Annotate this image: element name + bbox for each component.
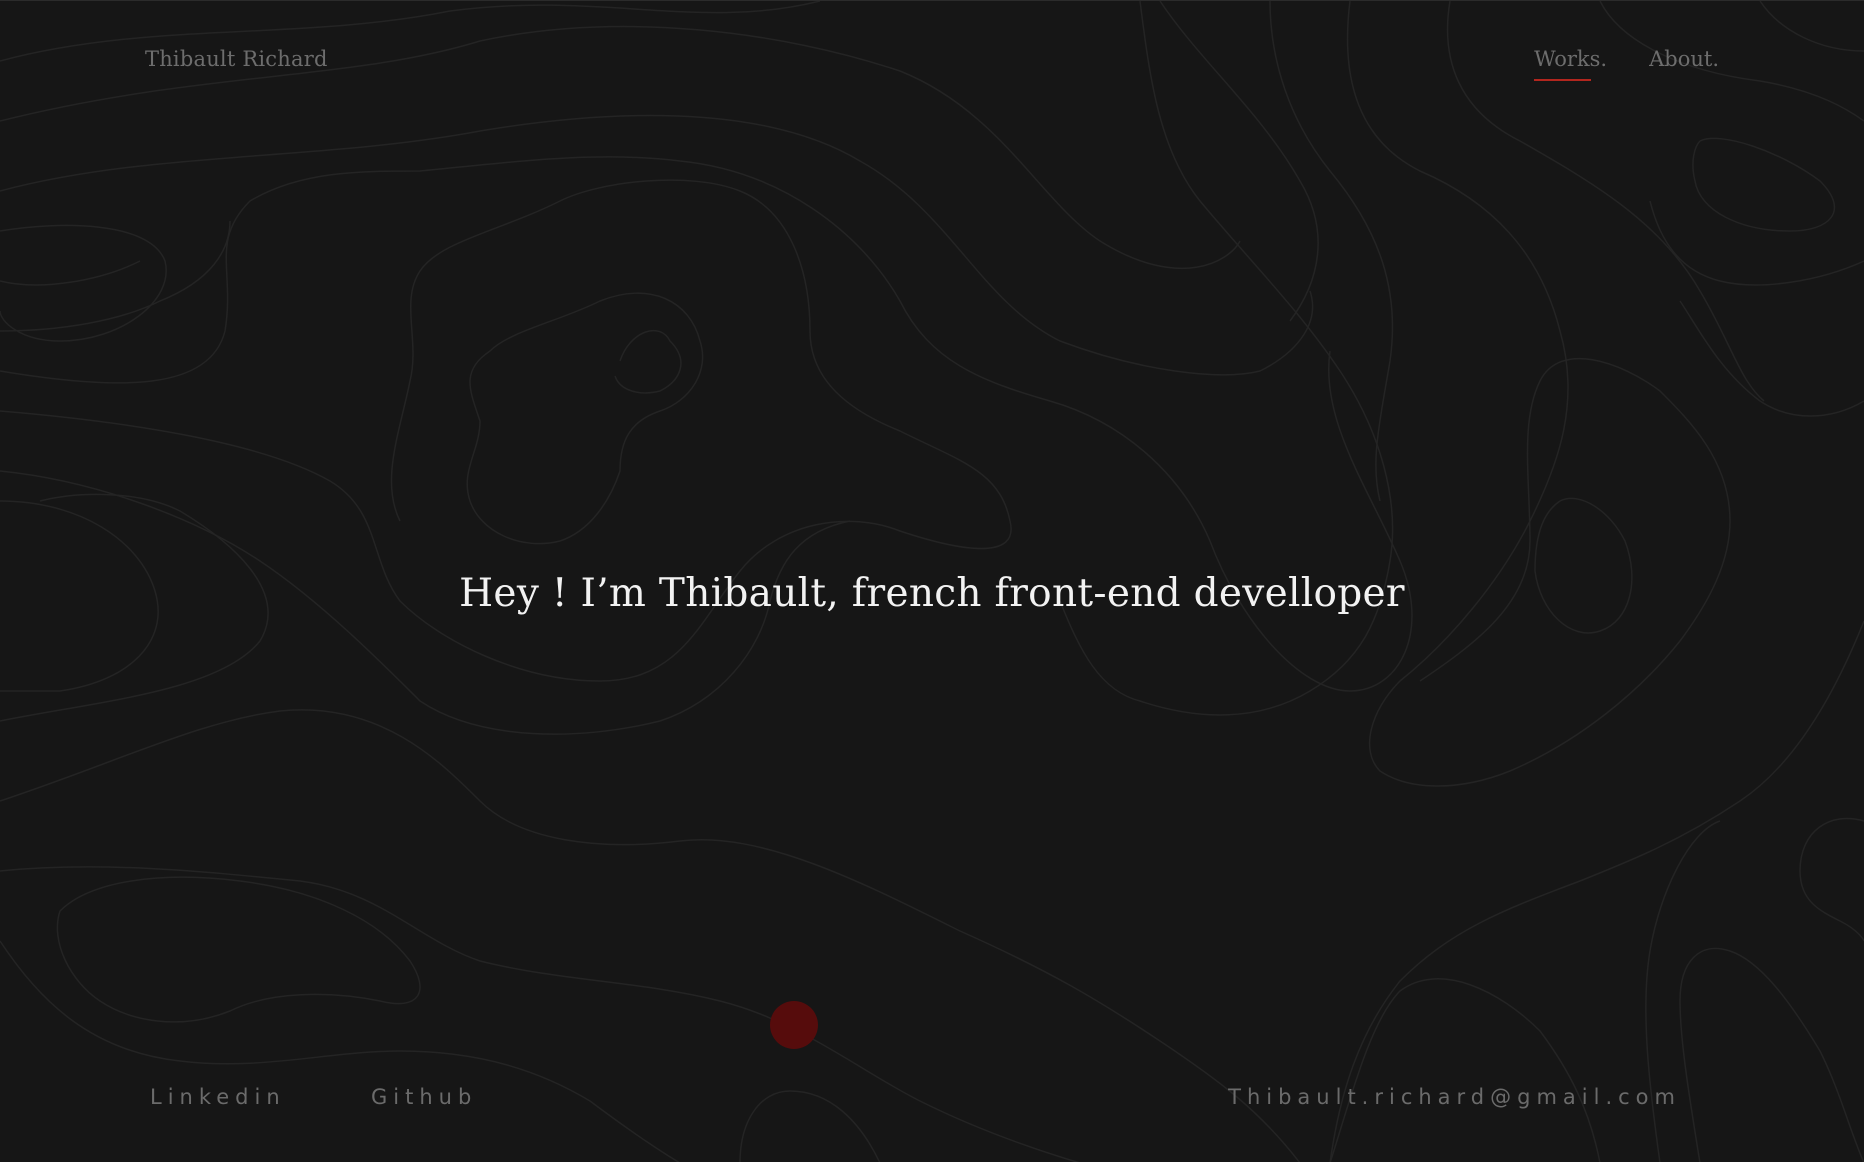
contour-line	[1799, 817, 1864, 942]
email-link[interactable]: Thibault.richard@gmail.com	[1228, 1085, 1681, 1109]
contour-line	[1329, 620, 1864, 1162]
contour-line	[56, 876, 421, 1023]
contour-line	[1679, 300, 1864, 417]
active-underline	[1534, 79, 1592, 81]
custom-cursor	[770, 1001, 818, 1049]
nav-item-works[interactable]: Works.	[1534, 47, 1607, 81]
main-nav: Works. About.	[1534, 47, 1719, 81]
contour-line	[1346, 1, 1731, 787]
contour-line	[1692, 137, 1836, 232]
contour-line	[0, 866, 1080, 1162]
contour-line	[1329, 978, 1601, 1162]
nav-item-about[interactable]: About.	[1649, 47, 1719, 81]
contour-line	[0, 220, 231, 332]
nav-item-label: About.	[1649, 47, 1719, 71]
contour-line	[1269, 1, 1394, 502]
contour-line	[1649, 200, 1864, 286]
contour-line	[1679, 947, 1864, 1162]
brand-link[interactable]: Thibault Richard	[145, 47, 328, 71]
contour-line	[739, 1090, 881, 1162]
contour-line	[0, 114, 1314, 376]
linkedin-link[interactable]: Linkedin	[150, 1085, 286, 1109]
nav-item-label: Works.	[1534, 47, 1608, 71]
hero-headline: Hey ! I’m Thibault, french front-end dev…	[459, 571, 1405, 616]
contour-line	[0, 1, 821, 62]
github-link[interactable]: Github	[371, 1085, 477, 1109]
contour-line	[1645, 820, 1721, 1162]
contour-line	[0, 940, 680, 1162]
contour-line	[466, 292, 704, 545]
contour-line	[0, 260, 141, 286]
contour-line	[1159, 1, 1319, 322]
contour-line	[614, 330, 682, 394]
contour-line	[1759, 1, 1864, 52]
page: Thibault Richard Works. About. Hey ! I’m…	[0, 0, 1864, 1162]
